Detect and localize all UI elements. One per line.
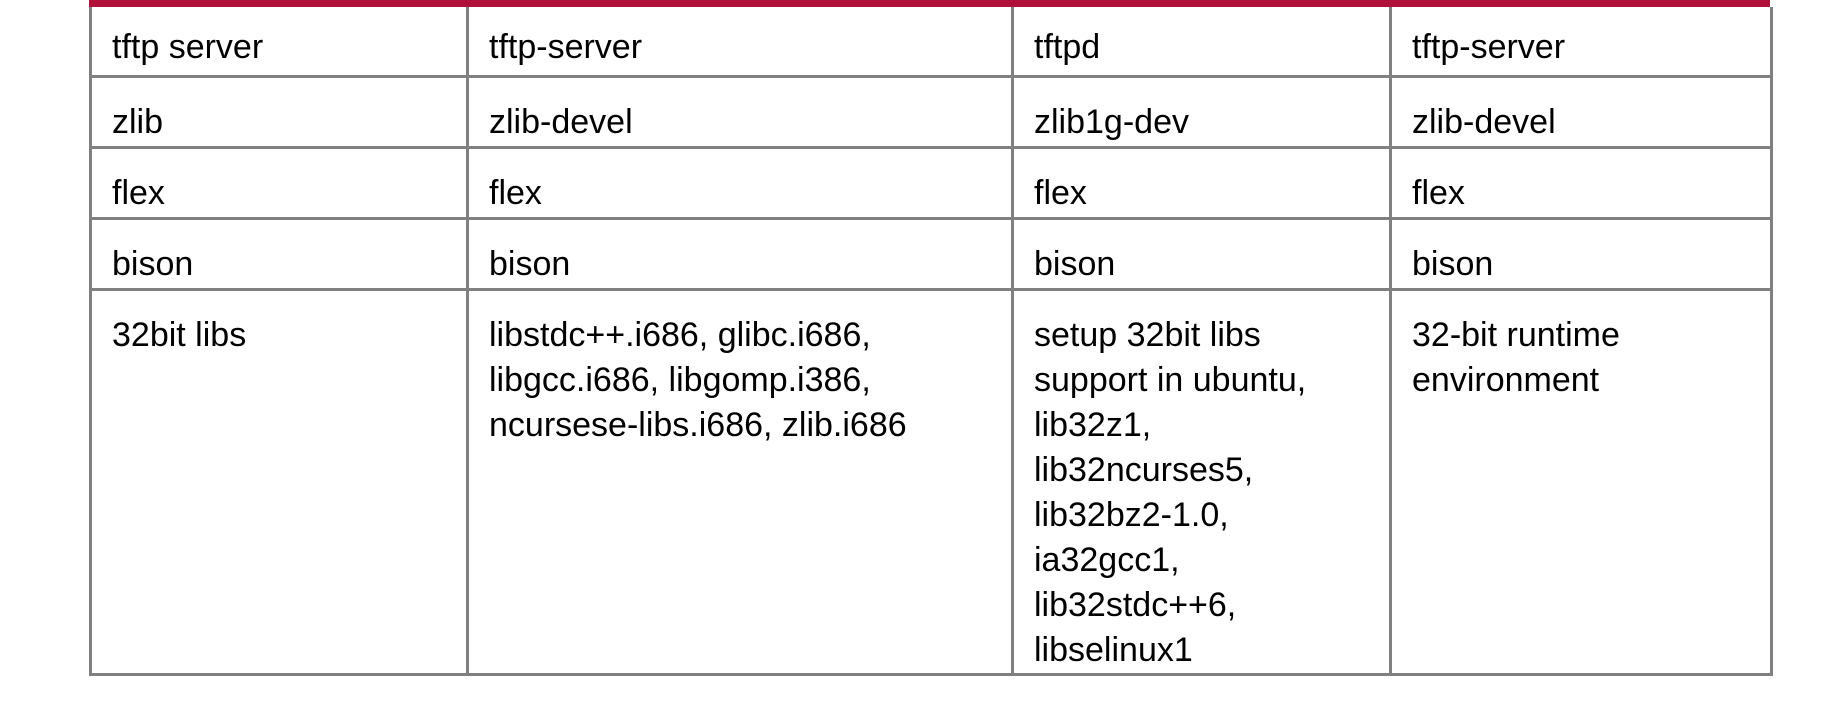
table-cell: setup 32bit libs support in ubuntu, lib3… (1011, 288, 1392, 676)
table-cell: flex (89, 146, 469, 220)
table-cell: zlib (89, 75, 469, 149)
table-cell: zlib-devel (1389, 75, 1773, 149)
table-cell: flex (1011, 146, 1392, 220)
table-cell: tftp-server (466, 7, 1014, 78)
table-cell: 32bit libs (89, 288, 469, 676)
table-cell: 32-bit runtime environment (1389, 288, 1773, 676)
table-cell: bison (466, 217, 1014, 291)
table-cell: zlib1g-dev (1011, 75, 1392, 149)
package-table: tftp server tftp-server tftpd tftp-serve… (89, 7, 1773, 676)
table-cell: tftpd (1011, 7, 1392, 78)
table-cell: tftp-server (1389, 7, 1773, 78)
table-row: 32bit libs libstdc++.i686, glibc.i686, l… (89, 288, 1773, 676)
table-row: tftp server tftp-server tftpd tftp-serve… (89, 7, 1773, 78)
table-row: zlib zlib-devel zlib1g-dev zlib-devel (89, 75, 1773, 149)
table-row: flex flex flex flex (89, 146, 1773, 220)
table-cell: bison (89, 217, 469, 291)
package-table-container: tftp server tftp-server tftpd tftp-serve… (89, 0, 1773, 676)
table-accent-bar (89, 0, 1770, 7)
table-cell: flex (466, 146, 1014, 220)
table-cell: bison (1389, 217, 1773, 291)
table-cell: libstdc++.i686, glibc.i686, libgcc.i686,… (466, 288, 1014, 676)
table-cell: zlib-devel (466, 75, 1014, 149)
table-row: bison bison bison bison (89, 217, 1773, 291)
table-cell: flex (1389, 146, 1773, 220)
table-cell: tftp server (89, 7, 469, 78)
table-cell: bison (1011, 217, 1392, 291)
